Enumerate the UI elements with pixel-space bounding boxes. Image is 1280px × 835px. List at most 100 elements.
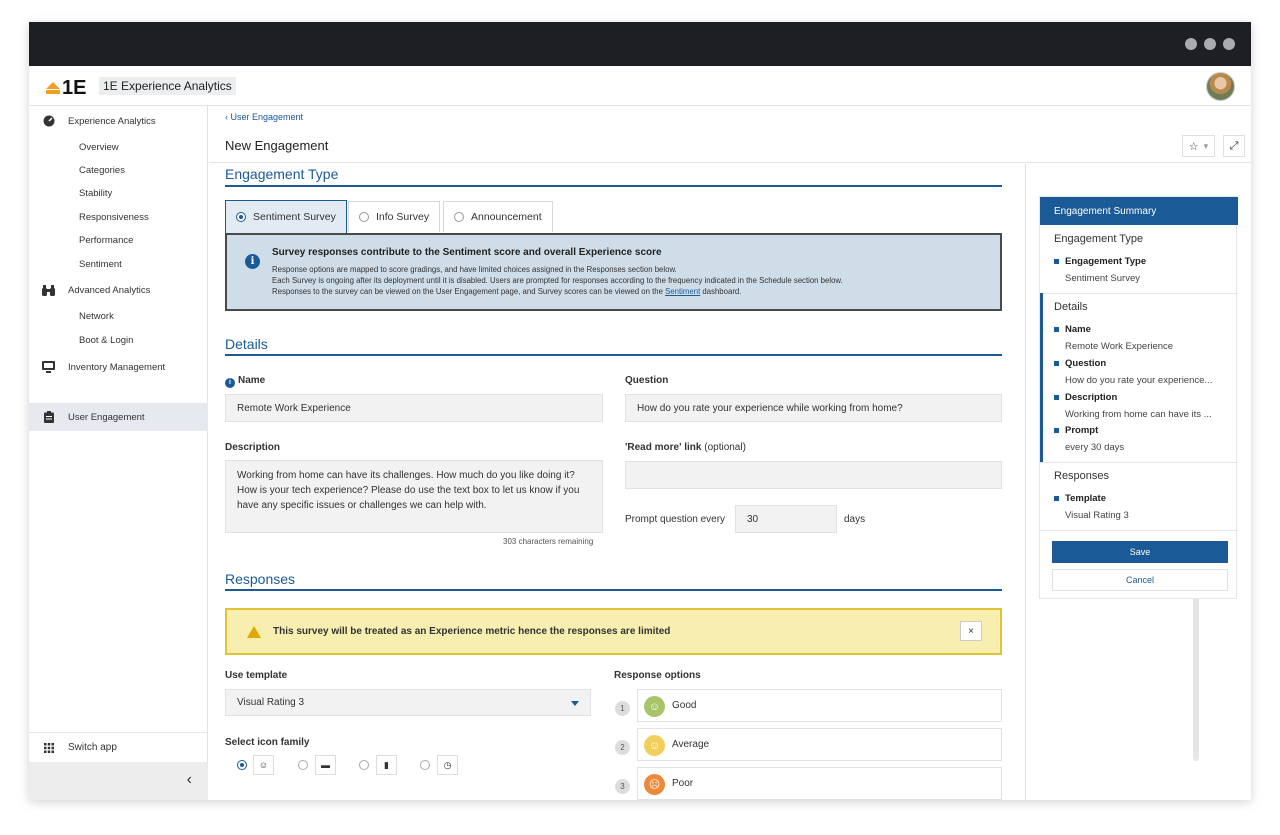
read-more-input[interactable] <box>625 461 1002 489</box>
page-header: New Engagement ☆ ▾ ⤢ <box>209 128 1251 163</box>
description-textarea[interactable]: Working from home can have its challenge… <box>225 460 603 533</box>
icon-family-label: Select icon family <box>225 737 310 748</box>
sidebar-item-responsiveness[interactable]: Responsiveness <box>79 212 149 223</box>
question-input[interactable]: How do you rate your experience while wo… <box>625 394 1002 422</box>
info-line: Responses to the survey can be viewed on… <box>272 287 741 296</box>
app-name[interactable]: 1E Experience Analytics <box>99 77 236 95</box>
chevron-down-icon: ▾ <box>1203 140 1209 151</box>
icon-family-radio-battery[interactable] <box>298 760 308 770</box>
app-header: 1E 1E Experience Analytics <box>29 66 1251 106</box>
user-avatar[interactable] <box>1206 72 1235 101</box>
section-title-engagement-type: Engagement Type <box>225 166 339 182</box>
template-select[interactable]: Visual Rating 3 <box>225 689 591 716</box>
divider <box>1040 462 1238 463</box>
close-warning-button[interactable]: × <box>960 621 982 641</box>
active-section-indicator <box>1040 293 1043 463</box>
response-option-good[interactable]: ☺ Good <box>637 689 1002 722</box>
sidebar-group-user-engagement[interactable]: User Engagement <box>29 403 208 431</box>
breadcrumb-link[interactable]: User Engagement <box>231 112 304 122</box>
response-label: Average <box>672 739 710 750</box>
divider <box>1040 293 1238 294</box>
info-icon: i <box>245 254 260 269</box>
browser-window: 1E 1E Experience Analytics Experience An… <box>29 22 1251 800</box>
template-label: Use template <box>225 670 288 681</box>
summary-value: Working from home can have its ... <box>1065 409 1212 420</box>
summary-value: Visual Rating 3 <box>1065 510 1129 521</box>
sidebar-item-boot-login[interactable]: Boot & Login <box>79 335 133 346</box>
optional-text: (optional) <box>704 442 746 453</box>
summary-key: Template <box>1054 493 1106 504</box>
prompt-days-input[interactable]: 30 <box>735 505 837 533</box>
summary-value: Sentiment Survey <box>1065 273 1140 284</box>
section-divider <box>225 354 1002 356</box>
info-title: Survey responses contribute to the Senti… <box>272 247 662 258</box>
clipboard-icon <box>29 411 68 423</box>
tab-info-survey[interactable]: Info Survey <box>348 201 441 232</box>
1e-logo-icon: 1E <box>46 77 86 96</box>
sidebar-group-advanced-analytics[interactable]: Advanced Analytics <box>29 277 208 303</box>
sidebar: Experience Analytics Overview Categories… <box>29 106 208 800</box>
icon-family-radio-gauge[interactable] <box>420 760 430 770</box>
sidebar-item-sentiment[interactable]: Sentiment <box>79 259 122 270</box>
response-label: Poor <box>672 778 694 789</box>
sentiment-link[interactable]: Sentiment <box>665 287 700 296</box>
radio-icon <box>454 212 464 222</box>
page-title: New Engagement <box>225 138 329 153</box>
warning-banner: This survey will be treated as an Experi… <box>225 608 1002 655</box>
svg-text:1E: 1E <box>62 77 86 96</box>
sidebar-group-label: Inventory Management <box>68 361 166 373</box>
response-option-poor[interactable]: ☹ Poor <box>637 767 1002 800</box>
response-option-average[interactable]: ☺ Average <box>637 728 1002 761</box>
name-input[interactable]: Remote Work Experience <box>225 394 603 422</box>
summary-section-type: Engagement Type <box>1054 233 1144 245</box>
sidebar-item-performance[interactable]: Performance <box>79 235 133 246</box>
switch-app-button[interactable]: Switch app <box>29 732 208 762</box>
icon-family-radio-smiley[interactable] <box>237 760 247 770</box>
sidebar-group-label: Advanced Analytics <box>68 284 151 296</box>
sidebar-item-overview[interactable]: Overview <box>79 142 119 153</box>
summary-title: Engagement Summary <box>1040 197 1238 225</box>
gauge-icon: ◷ <box>437 755 458 775</box>
sidebar-item-network[interactable]: Network <box>79 311 114 322</box>
window-controls[interactable] <box>1185 38 1235 50</box>
monitor-icon <box>29 361 68 373</box>
info-text: Responses to the survey can be viewed on… <box>272 287 666 296</box>
section-divider <box>225 185 1002 187</box>
tab-announcement[interactable]: Announcement <box>443 201 553 232</box>
response-label: Good <box>672 700 697 711</box>
binoculars-icon <box>29 284 68 296</box>
switch-app-label: Switch app <box>68 742 117 753</box>
summary-value: Remote Work Experience <box>1065 341 1174 352</box>
read-more-label: 'Read more' link (optional) <box>625 442 746 453</box>
name-label: i Name <box>225 375 265 388</box>
tab-label: Announcement <box>471 211 542 223</box>
collapse-sidebar-button[interactable]: ‹ <box>29 762 208 800</box>
sidebar-group-label: User Engagement <box>68 411 145 423</box>
sidebar-item-categories[interactable]: Categories <box>79 165 125 176</box>
main-area: ‹ User Engagement New Engagement ☆ ▾ ⤢ E… <box>209 106 1251 800</box>
tab-sentiment-survey[interactable]: Sentiment Survey <box>225 200 347 233</box>
info-line: Response options are mapped to score gra… <box>272 265 677 274</box>
gauge-icon <box>29 115 68 127</box>
favorite-button[interactable]: ☆ ▾ <box>1182 135 1215 157</box>
cancel-button[interactable]: Cancel <box>1052 569 1228 591</box>
engagement-summary-panel: Engagement Summary Engagement Type Engag… <box>1039 196 1238 599</box>
expand-button[interactable]: ⤢ <box>1223 135 1245 157</box>
save-button[interactable]: Save <box>1052 541 1228 563</box>
expand-icon: ⤢ <box>1229 139 1239 152</box>
icon-family-radio-thermometer[interactable] <box>359 760 369 770</box>
breadcrumb[interactable]: ‹ User Engagement <box>225 112 303 122</box>
info-box: i Survey responses contribute to the Sen… <box>225 233 1002 311</box>
window-titlebar <box>29 22 1251 66</box>
info-text: dashboard. <box>700 287 742 296</box>
info-icon: i <box>225 377 235 388</box>
prompt-label: Prompt question every <box>625 514 726 525</box>
sidebar-item-stability[interactable]: Stability <box>79 188 112 199</box>
close-icon: × <box>968 625 974 637</box>
battery-icon: ▬ <box>315 755 336 775</box>
sidebar-group-experience-analytics[interactable]: Experience Analytics <box>29 108 208 134</box>
warning-text: This survey will be treated as an Experi… <box>273 626 671 637</box>
info-line: Each Survey is ongoing after its deploym… <box>272 276 843 285</box>
template-value: Visual Rating 3 <box>237 697 305 708</box>
sidebar-group-inventory-management[interactable]: Inventory Management <box>29 354 208 380</box>
